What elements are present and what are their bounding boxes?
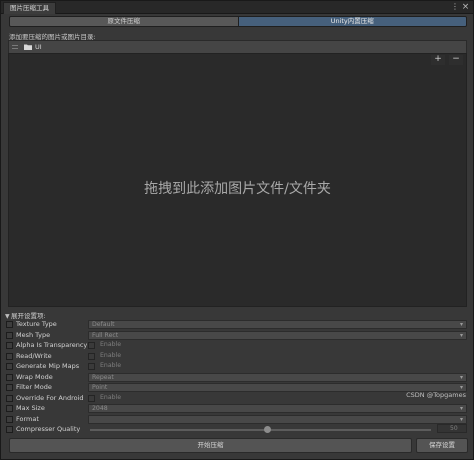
filter-mode-checkbox[interactable] [6, 384, 13, 391]
remove-button[interactable]: − [449, 55, 463, 65]
folder-icon [24, 44, 32, 50]
setting-row-mesh-type: Mesh Type Full Rect ▾ [6, 330, 468, 341]
dropdown-value: Repeat [92, 373, 114, 381]
setting-label: Wrap Mode [16, 372, 53, 381]
quality-value-field[interactable]: 50 [437, 424, 467, 433]
titlebar: 图片压缩工具 ⋮ × [1, 1, 473, 14]
enable-label: Enable [100, 341, 122, 348]
drop-zone[interactable]: + − 拖拽到此添加图片文件/文件夹 [8, 53, 467, 307]
setting-label: Filter Mode [16, 383, 52, 391]
setting-row-override-android: Override For Android Enable [6, 393, 468, 404]
setting-row-read-write: Read/Write Enable [6, 351, 468, 362]
mode-tabs: 原文件压缩 Unity内置压缩 [9, 16, 467, 27]
chevron-down-icon: ▾ [459, 331, 463, 339]
dropdown-value: 2048 [92, 405, 108, 412]
setting-label: Mesh Type [16, 330, 51, 339]
tab-unity-compress[interactable]: Unity内置压缩 [237, 17, 466, 26]
enable-label: Enable [100, 351, 122, 359]
enable-label: Enable [100, 362, 122, 369]
compresser-quality-checkbox[interactable] [6, 426, 13, 433]
max-size-checkbox[interactable] [6, 405, 13, 412]
chevron-down-icon: ▾ [459, 373, 463, 381]
chevron-down-icon: ▾ [459, 405, 463, 412]
mip-maps-enable-checkbox[interactable] [88, 363, 95, 370]
start-compress-button[interactable]: 开始压缩 [9, 438, 412, 453]
folder-item-label[interactable]: UI [35, 43, 42, 51]
setting-row-format: Format ▾ [6, 414, 468, 425]
mesh-type-dropdown[interactable]: Full Rect ▾ [88, 330, 467, 340]
setting-label: Max Size [16, 404, 45, 412]
override-android-checkbox[interactable] [6, 394, 13, 402]
window-title-tab[interactable]: 图片压缩工具 [3, 2, 56, 14]
folder-list: UI [8, 40, 467, 53]
wrap-mode-checkbox[interactable] [6, 373, 13, 381]
save-settings-button[interactable]: 保存设置 [416, 438, 468, 453]
drop-hint-text: 拖拽到此添加图片文件/文件夹 [144, 181, 331, 197]
kebab-menu-icon[interactable]: ⋮ [451, 3, 459, 12]
mip-maps-checkbox[interactable] [6, 363, 13, 370]
setting-row-filter-mode: Filter Mode Point ▾ [6, 382, 468, 393]
setting-row-alpha-transparency: Alpha Is Transparency Enable [6, 340, 468, 351]
setting-row-mip-maps: Generate Mip Maps Enable [6, 361, 468, 372]
chevron-down-icon: ▾ [459, 321, 463, 328]
alpha-transparency-checkbox[interactable] [6, 342, 13, 349]
watermark: CSDN @Topgames [406, 391, 466, 399]
dropdown-value: Default [92, 321, 115, 328]
compress-tool-window: 图片压缩工具 ⋮ × 原文件压缩 Unity内置压缩 添加要压缩的图片或图片目录… [0, 0, 474, 460]
chevron-down-icon: ▾ [459, 415, 463, 423]
max-size-dropdown[interactable]: 2048 ▾ [88, 404, 467, 413]
close-icon[interactable]: × [461, 2, 470, 12]
format-dropdown[interactable]: ▾ [88, 414, 467, 424]
settings-rows: Texture Type Default ▾ Mesh Type Full Rec… [6, 319, 468, 435]
setting-row-texture-type: Texture Type Default ▾ [6, 319, 468, 330]
wrap-mode-dropdown[interactable]: Repeat ▾ [88, 372, 467, 382]
read-write-checkbox[interactable] [6, 352, 13, 360]
setting-row-max-size: Max Size 2048 ▾ [6, 403, 468, 414]
setting-label: Generate Mip Maps [16, 362, 80, 370]
tab-original-compress[interactable]: 原文件压缩 [10, 17, 238, 26]
setting-label: Format [16, 414, 39, 423]
setting-label: Compresser Quality [16, 425, 81, 433]
texture-type-dropdown[interactable]: Default ▾ [88, 320, 467, 329]
drag-handle-icon[interactable] [12, 45, 18, 49]
setting-row-wrap-mode: Wrap Mode Repeat ▾ [6, 372, 468, 383]
add-button[interactable]: + [431, 55, 445, 65]
setting-label: Alpha Is Transparency [16, 341, 88, 349]
alpha-enable-checkbox[interactable] [88, 342, 95, 349]
format-checkbox[interactable] [6, 415, 13, 423]
texture-type-checkbox[interactable] [6, 321, 13, 328]
setting-label: Texture Type [16, 320, 57, 328]
quality-slider-thumb[interactable] [264, 426, 271, 433]
setting-row-compresser-quality: Compresser Quality 50 [6, 424, 468, 435]
dropdown-value: Point [92, 384, 108, 391]
dropdown-value: Full Rect [92, 331, 119, 339]
mesh-type-checkbox[interactable] [6, 331, 13, 339]
setting-label: Override For Android [16, 393, 84, 402]
enable-label: Enable [100, 393, 122, 401]
override-android-enable-checkbox[interactable] [88, 394, 95, 402]
setting-label: Read/Write [16, 351, 52, 360]
quality-slider-track[interactable] [90, 429, 431, 431]
read-write-enable-checkbox[interactable] [88, 352, 95, 360]
